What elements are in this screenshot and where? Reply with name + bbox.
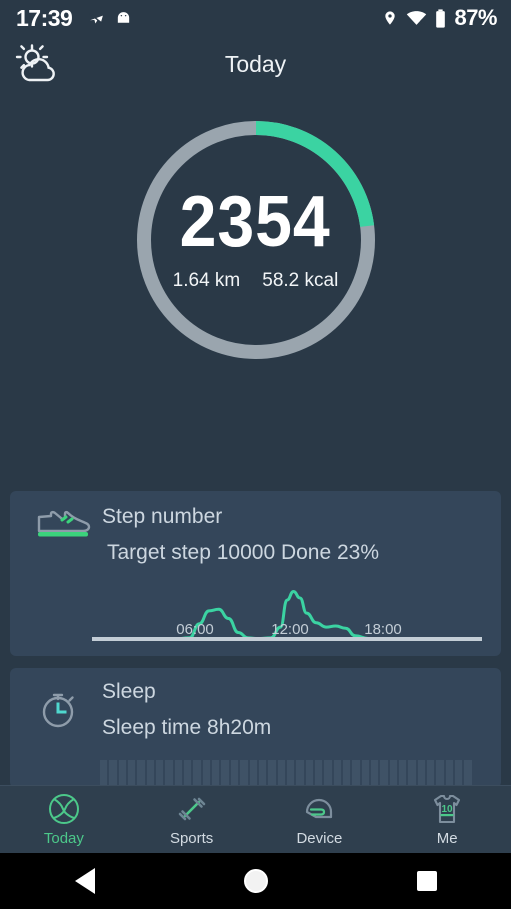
status-bar: 17:39 87% bbox=[0, 0, 511, 36]
sleep-bar bbox=[137, 760, 145, 788]
step-number-card[interactable]: Step number Target step 10000 Done 23% 0… bbox=[10, 491, 501, 656]
recents-button[interactable] bbox=[416, 871, 437, 891]
sleep-bar bbox=[445, 760, 454, 788]
steps-progress-ring[interactable]: 2354 1.64 km 58.2 kcal bbox=[128, 112, 384, 368]
ring-subtext: 1.64 km 58.2 kcal bbox=[173, 270, 339, 292]
helmet-icon bbox=[306, 798, 333, 819]
sleep-bar bbox=[455, 760, 463, 788]
sun-behind-cloud-icon[interactable] bbox=[12, 42, 60, 91]
sleep-bar bbox=[352, 760, 360, 788]
jersey-number: 10 bbox=[442, 804, 454, 815]
ring-center-stats: 2354 1.64 km 58.2 kcal bbox=[128, 112, 384, 368]
sleep-bar bbox=[100, 760, 108, 788]
sleep-bar bbox=[436, 760, 444, 788]
battery-percent-label: 87% bbox=[454, 5, 497, 30]
sleep-bar bbox=[258, 760, 267, 788]
axis-tick-label: 12:00 bbox=[271, 621, 309, 638]
sleep-bar bbox=[417, 760, 426, 788]
sleep-bar bbox=[286, 760, 295, 788]
dumbbell-icon bbox=[178, 797, 205, 821]
sleep-bar bbox=[296, 760, 304, 788]
sleep-bar bbox=[118, 760, 127, 788]
nav-tab-sports[interactable]: Sports bbox=[128, 786, 256, 853]
sleep-bar bbox=[342, 760, 351, 788]
sleep-bar bbox=[277, 760, 285, 788]
sleep-bar bbox=[109, 760, 117, 788]
step-card-title: Step number bbox=[102, 505, 223, 528]
sleep-bar bbox=[370, 760, 379, 788]
running-shoe-icon bbox=[35, 509, 91, 548]
page-title: Today bbox=[224, 50, 287, 77]
sleep-bar bbox=[389, 760, 397, 788]
axis-tick-label: 06:00 bbox=[176, 621, 214, 638]
app-header: Today bbox=[0, 36, 511, 92]
sleep-bar bbox=[240, 760, 248, 788]
status-bar-clock: 17:39 bbox=[16, 4, 73, 31]
daily-progress-section: 2354 1.64 km 58.2 kcal bbox=[0, 96, 511, 476]
sleep-bar bbox=[305, 760, 313, 788]
android-robot-icon bbox=[118, 11, 130, 23]
sleep-bar bbox=[268, 760, 276, 788]
nav-tab-me-label: Me bbox=[436, 830, 458, 847]
calories-value: 58.2 kcal bbox=[262, 270, 339, 292]
app-screen: 17:39 87% Today 2354 1.64 km 58.2 kcal S… bbox=[0, 0, 511, 909]
sleep-bar bbox=[249, 760, 257, 788]
stopwatch-icon bbox=[35, 686, 81, 737]
basketball-icon bbox=[48, 794, 79, 824]
sleep-bar bbox=[314, 760, 323, 788]
status-bar-right-icons: 87% bbox=[382, 5, 497, 31]
sleep-bar bbox=[184, 760, 192, 788]
status-bar-left-icons bbox=[88, 10, 132, 27]
axis-tick-label: 18:00 bbox=[364, 621, 402, 638]
sleep-bar bbox=[427, 760, 435, 788]
nav-tab-device-label: Device bbox=[296, 830, 343, 847]
nav-tab-sports-label: Sports bbox=[169, 830, 214, 847]
bottom-navigation-bar: Today Sports Device 10 Me bbox=[0, 785, 511, 853]
android-system-nav bbox=[0, 853, 511, 909]
steps-count: 2354 bbox=[179, 181, 332, 262]
nav-tab-today-label: Today bbox=[43, 830, 84, 847]
sleep-bar bbox=[165, 760, 173, 788]
sleep-bar bbox=[408, 760, 416, 788]
sleep-bar bbox=[221, 760, 229, 788]
sleep-bar bbox=[128, 760, 136, 788]
sleep-bar bbox=[230, 760, 239, 788]
nav-tab-me[interactable]: 10 Me bbox=[383, 786, 511, 853]
sleep-bar bbox=[146, 760, 155, 788]
sleep-bar bbox=[324, 760, 332, 788]
step-chart-axis-labels: 06:00 12:00 18:00 bbox=[92, 621, 482, 641]
sleep-bar bbox=[399, 760, 407, 788]
sleep-bar bbox=[193, 760, 201, 788]
airplane-mode-icon bbox=[89, 12, 104, 25]
distance-value: 1.64 km bbox=[172, 270, 241, 292]
nav-tab-today[interactable]: Today bbox=[0, 786, 128, 853]
sleep-bar-chart bbox=[100, 760, 472, 788]
sleep-bar bbox=[212, 760, 220, 788]
location-icon bbox=[385, 11, 396, 25]
sleep-bar bbox=[333, 760, 341, 788]
jersey-icon: 10 bbox=[434, 794, 461, 824]
sleep-bar bbox=[380, 760, 388, 788]
battery-icon bbox=[436, 8, 446, 28]
sleep-bar bbox=[361, 760, 369, 788]
sleep-bar bbox=[174, 760, 183, 788]
nav-tab-device[interactable]: Device bbox=[256, 786, 384, 853]
sleep-bar bbox=[156, 760, 164, 788]
sleep-bar bbox=[202, 760, 211, 788]
back-button[interactable] bbox=[74, 868, 95, 894]
home-button[interactable] bbox=[243, 869, 268, 893]
sleep-card-title: Sleep bbox=[102, 680, 156, 703]
wifi-off-icon bbox=[407, 11, 427, 25]
step-card-subtitle: Target step 10000 Done 23% bbox=[107, 541, 380, 564]
sleep-bar bbox=[464, 760, 472, 788]
sleep-card[interactable]: Sleep Sleep time 8h20m bbox=[10, 668, 501, 788]
sleep-card-subtitle: Sleep time 8h20m bbox=[102, 716, 272, 739]
